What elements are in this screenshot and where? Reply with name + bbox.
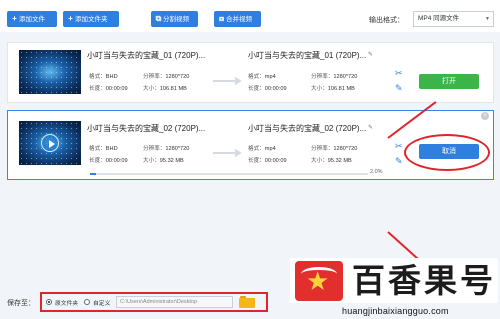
source-resolution: 分辨率：1280*720 xyxy=(143,74,190,80)
chevron-down-icon: ▼ xyxy=(485,16,490,22)
arrow-right-icon xyxy=(213,77,243,85)
plus-icon: + xyxy=(12,14,17,23)
video-thumbnail xyxy=(19,50,81,94)
source-size: 大小：95.32 MB xyxy=(143,158,184,164)
folder-icon[interactable] xyxy=(239,296,255,308)
source-duration: 长度：00:00:09 xyxy=(89,158,128,164)
source-format: 格式：BHD xyxy=(89,74,118,80)
output-format-value: MP4 同源文件 xyxy=(418,15,460,22)
merge-icon: ⧈ xyxy=(218,14,225,23)
source-folder-radio[interactable] xyxy=(46,299,52,305)
split-video-label: 分割视频 xyxy=(163,16,189,23)
custom-folder-label: 自定义 xyxy=(93,301,111,307)
source-title: 小叮当与失去的宝藏_02 (720P)... xyxy=(87,124,206,133)
progress-percent: 2.0% xyxy=(370,169,383,175)
output-size: 大小：95.32 MB xyxy=(311,158,352,164)
source-duration: 长度：00:00:09 xyxy=(89,86,128,92)
watermark-brand: 百香果号 xyxy=(352,261,496,300)
video-thumbnail xyxy=(19,121,81,165)
output-format: 格式：mp4 xyxy=(248,146,276,152)
add-file-button[interactable]: + 添加文件 xyxy=(7,11,57,27)
source-resolution: 分辨率：1280*720 xyxy=(143,146,190,152)
edit-title-icon[interactable]: ✎ xyxy=(368,124,373,131)
add-folder-button[interactable]: + 添加文件夹 xyxy=(63,11,119,27)
merge-video-button[interactable]: ⧈ 合并视频 xyxy=(214,11,261,27)
edit-title-icon[interactable]: ✎ xyxy=(368,51,373,58)
edit-icon[interactable]: ✎ xyxy=(395,83,403,94)
arrow-right-icon xyxy=(213,149,243,157)
open-button[interactable]: 打开 xyxy=(419,74,479,89)
source-size: 大小：106.81 MB xyxy=(143,86,187,92)
toolbar: + 添加文件 + 添加文件夹 ⧉ 分割视频 ⧈ 合并视频 输出格式： MP4 同源文件 … xyxy=(0,0,500,32)
source-title: 小叮当与失去的宝藏_01 (720P)... xyxy=(87,51,206,60)
output-duration: 长度：00:00:09 xyxy=(248,86,287,92)
add-file-label: 添加文件 xyxy=(19,16,45,23)
plus-icon: + xyxy=(68,14,73,23)
output-format-select[interactable]: MP4 同源文件 ▼ xyxy=(413,11,494,27)
source-folder-label: 原文件夹 xyxy=(55,301,79,307)
output-title: 小叮当与失去的宝藏_01 (720P)... xyxy=(248,51,367,60)
watermark-logo: ★ xyxy=(295,261,343,301)
output-title: 小叮当与失去的宝藏_02 (720P)... xyxy=(248,124,367,133)
merge-video-label: 合并视频 xyxy=(226,16,252,23)
add-folder-label: 添加文件夹 xyxy=(75,16,108,23)
custom-folder-radio[interactable] xyxy=(84,299,90,305)
output-resolution: 分辨率：1280*720 xyxy=(311,146,358,152)
conversion-progress-bar xyxy=(90,173,368,175)
scissors-icon[interactable]: ✂ xyxy=(395,68,403,79)
scissors-icon[interactable]: ✂ xyxy=(395,141,403,152)
output-duration: 长度：00:00:09 xyxy=(248,158,287,164)
watermark-url: huangjinbaixiangguo.com xyxy=(342,306,449,316)
split-video-button[interactable]: ⧉ 分割视频 xyxy=(151,11,198,27)
annotation-circle xyxy=(404,134,490,171)
close-icon[interactable]: × xyxy=(481,112,489,120)
save-path-input[interactable]: C:\Users\Administrator\Desktop xyxy=(116,296,233,308)
edit-icon[interactable]: ✎ xyxy=(395,156,403,167)
output-size: 大小：106.81 MB xyxy=(311,86,355,92)
output-resolution: 分辨率：1280*720 xyxy=(311,74,358,80)
output-format: 格式：mp4 xyxy=(248,74,276,80)
progress-fill xyxy=(90,173,96,175)
split-icon: ⧉ xyxy=(155,14,162,23)
source-format: 格式：BHD xyxy=(89,146,118,152)
save-to-label: 保存至： xyxy=(7,300,35,307)
play-icon[interactable] xyxy=(41,134,59,152)
output-format-label: 输出格式： xyxy=(369,17,404,24)
